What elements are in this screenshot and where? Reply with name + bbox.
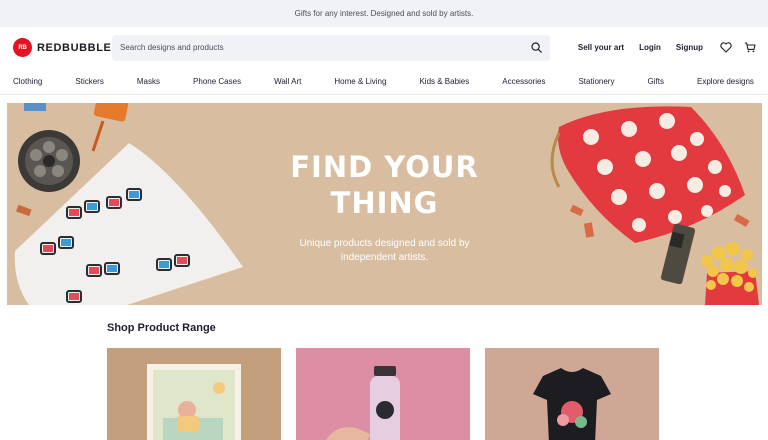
nav-item-wall-art[interactable]: Wall Art: [274, 77, 301, 86]
logo[interactable]: RB REDBUBBLE: [13, 38, 112, 57]
nav-item-gifts[interactable]: Gifts: [648, 77, 664, 86]
product-card-water-bottle[interactable]: [296, 348, 470, 440]
water-bottle-image: [326, 366, 400, 440]
promo-banner: Gifts for any interest. Designed and sol…: [0, 0, 768, 27]
search-input[interactable]: Search designs and products: [112, 34, 550, 61]
nav-item-stickers[interactable]: Stickers: [75, 77, 103, 86]
hero-text-block: FIND YOUR THING Unique products designed…: [7, 149, 762, 265]
nav-item-explore-designs[interactable]: Explore designs: [697, 77, 754, 86]
product-card-wall-art[interactable]: [107, 348, 281, 440]
hero-banner[interactable]: FIND YOUR THING Unique products designed…: [7, 103, 762, 305]
login-link[interactable]: Login: [639, 43, 661, 52]
site-header: RB REDBUBBLE Search designs and products…: [0, 27, 768, 68]
section-title: Shop Product Range: [107, 322, 216, 334]
search-icon[interactable]: [530, 42, 542, 54]
sell-your-art-link[interactable]: Sell your art: [578, 43, 624, 52]
nav-item-masks[interactable]: Masks: [137, 77, 160, 86]
nav-item-accessories[interactable]: Accessories: [502, 77, 545, 86]
search-placeholder: Search designs and products: [120, 43, 224, 52]
logo-text: REDBUBBLE: [37, 41, 112, 54]
heart-icon[interactable]: [720, 42, 732, 54]
signup-link[interactable]: Signup: [676, 43, 703, 52]
promo-text: Gifts for any interest. Designed and sol…: [294, 9, 474, 18]
logo-badge: RB: [13, 38, 32, 57]
hero-subtitle: Unique products designed and sold by ind…: [299, 238, 470, 263]
nav-item-stationery[interactable]: Stationery: [578, 77, 614, 86]
product-card-tshirt[interactable]: [485, 348, 659, 440]
drink-cup-icon: [91, 103, 129, 152]
cart-icon[interactable]: [744, 42, 756, 54]
hero-title: FIND YOUR THING: [290, 150, 479, 220]
nav-item-clothing[interactable]: Clothing: [13, 77, 42, 86]
framed-print-image: [147, 364, 241, 440]
nav-item-kids-babies[interactable]: Kids & Babies: [419, 77, 469, 86]
category-nav: Clothing Stickers Masks Phone Cases Wall…: [0, 68, 768, 95]
tshirt-image: [533, 368, 611, 440]
header-links: Sell your art Login Signup: [578, 42, 756, 54]
nav-item-phone-cases[interactable]: Phone Cases: [193, 77, 241, 86]
nav-item-home-living[interactable]: Home & Living: [334, 77, 386, 86]
